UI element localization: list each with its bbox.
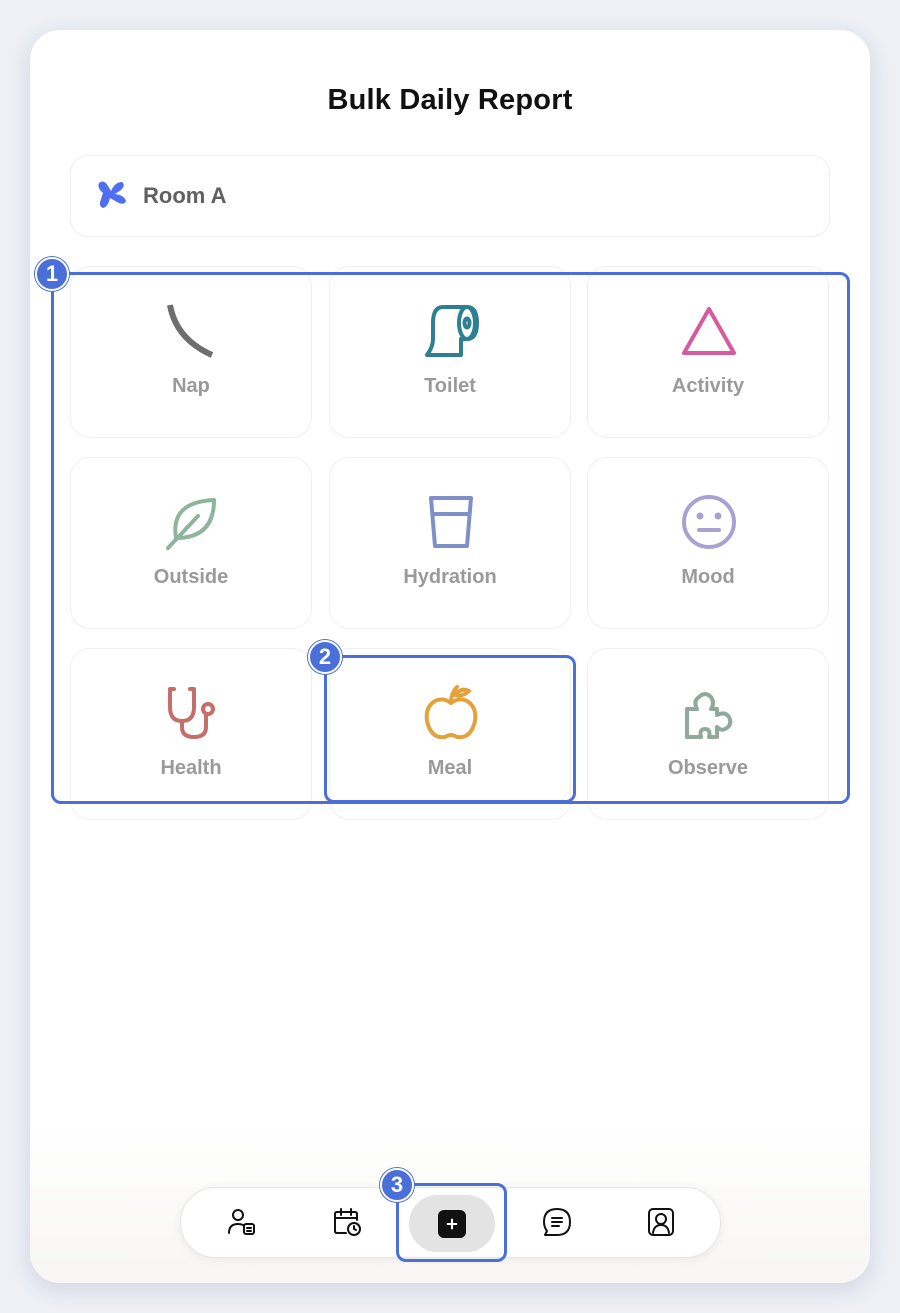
tile-nap[interactable]: Nap — [70, 266, 312, 438]
tile-outside[interactable]: Outside — [70, 457, 312, 629]
apple-icon — [421, 683, 481, 743]
nav-children-button[interactable] — [215, 1197, 269, 1251]
glass-icon — [421, 492, 481, 552]
message-icon — [541, 1206, 573, 1243]
tile-observe[interactable]: Observe — [587, 648, 829, 820]
tile-label: Nap — [172, 375, 210, 397]
app-screen: Bulk Daily Report Room A Nap Toilet Acti — [30, 30, 870, 1283]
tile-label: Activity — [671, 375, 745, 397]
tile-hydration[interactable]: Hydration — [329, 457, 571, 629]
toilet-paper-icon — [421, 301, 481, 361]
page-title: Bulk Daily Report — [327, 84, 573, 116]
child-profile-icon — [226, 1206, 258, 1243]
triangle-icon — [679, 301, 739, 361]
tile-label: Mood — [681, 566, 735, 588]
leaf-icon — [162, 492, 222, 552]
room-star-icon — [95, 177, 129, 216]
tile-mood[interactable]: Mood — [587, 457, 829, 629]
room-name: Room A — [143, 183, 227, 208]
bottom-nav — [180, 1187, 721, 1258]
moon-icon — [162, 301, 222, 361]
tile-label: Health — [160, 757, 222, 779]
annotation-marker-2: 2 — [308, 640, 342, 674]
tile-label: Meal — [427, 757, 473, 779]
nav-profile-button[interactable] — [634, 1197, 688, 1251]
puzzle-icon — [679, 683, 739, 743]
tile-activity[interactable]: Activity — [587, 266, 829, 438]
portrait-icon — [645, 1206, 677, 1243]
nav-calendar-button[interactable] — [320, 1197, 374, 1251]
tile-meal[interactable]: Meal — [329, 648, 571, 820]
neutral-face-icon — [679, 492, 739, 552]
stethoscope-icon — [162, 683, 222, 743]
tile-label: Hydration — [403, 566, 497, 588]
tile-label: Observe — [667, 757, 749, 779]
nav-add-button[interactable] — [409, 1195, 495, 1252]
tile-health[interactable]: Health — [70, 648, 312, 820]
tile-label: Outside — [153, 566, 229, 588]
calendar-clock-icon — [331, 1206, 363, 1243]
room-selector[interactable]: Room A — [70, 155, 830, 237]
add-icon — [438, 1209, 466, 1238]
annotation-marker-3: 3 — [380, 1168, 414, 1202]
annotation-marker-1: 1 — [35, 257, 69, 291]
nav-messages-button[interactable] — [530, 1197, 584, 1251]
tile-toilet[interactable]: Toilet — [329, 266, 571, 438]
tile-label: Toilet — [424, 375, 476, 397]
